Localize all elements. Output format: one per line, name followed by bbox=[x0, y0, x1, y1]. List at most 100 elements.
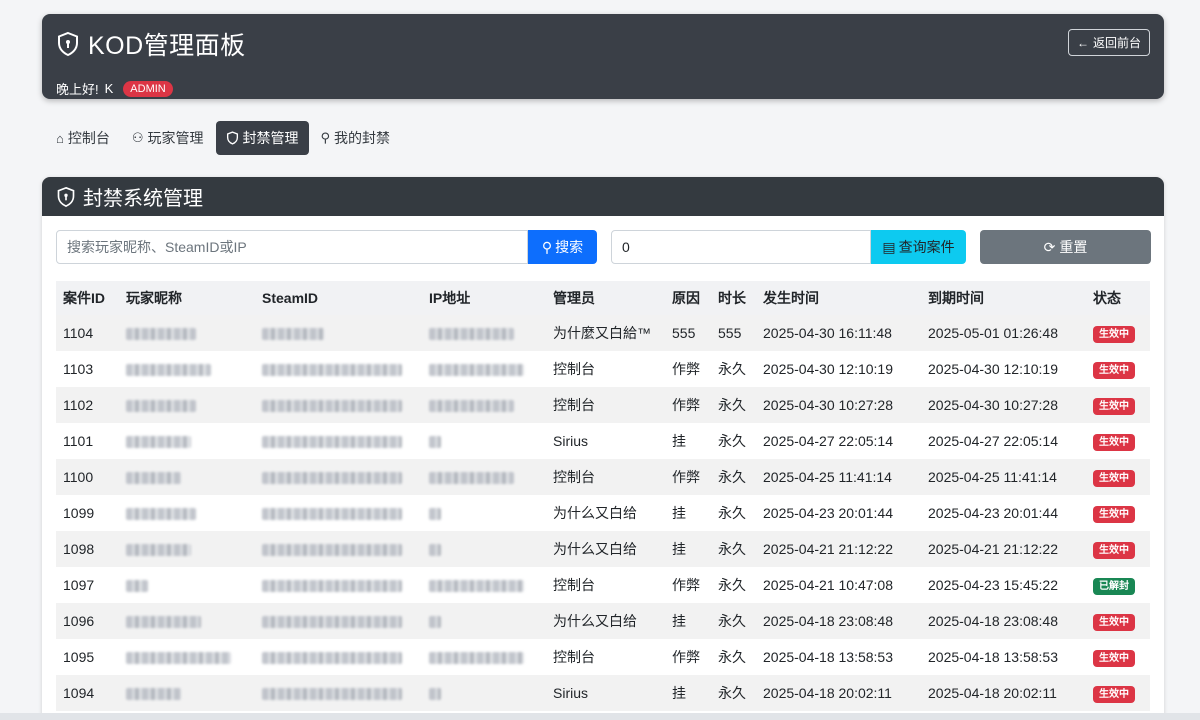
query-case-button[interactable]: ▤ 查询案件 bbox=[871, 230, 966, 264]
cell-ip bbox=[422, 387, 546, 423]
cell-time: 2025-04-27 22:05:14 bbox=[763, 433, 893, 449]
redacted-steamid bbox=[262, 400, 402, 413]
cell-status: 生效中 bbox=[1086, 387, 1150, 423]
tab-label: 我的封禁 bbox=[334, 130, 391, 146]
cell-ip bbox=[422, 567, 546, 603]
case-id-value: 0 bbox=[622, 239, 630, 255]
status-badge: 生效中 bbox=[1093, 685, 1135, 703]
cell-time: 2025-04-18 13:58:53 bbox=[763, 649, 893, 665]
cell-steamid bbox=[255, 387, 422, 423]
shield-icon bbox=[58, 31, 78, 57]
cell-steamid bbox=[255, 351, 422, 387]
redacted-ip bbox=[429, 580, 524, 593]
status-badge: 生效中 bbox=[1093, 469, 1135, 487]
ban-management-card: 封禁系统管理 搜索玩家昵称、SteamID或IP ⚲ 搜索 0 ▤ 查询案件 ⟳… bbox=[42, 177, 1164, 720]
cell-duration: 永久 bbox=[718, 505, 746, 521]
cell-expire: 2025-04-23 20:01:44 bbox=[928, 505, 1058, 521]
shield-icon bbox=[57, 186, 75, 207]
cell-steamid bbox=[255, 639, 422, 675]
ban-table: 案件ID 玩家昵称 SteamID IP地址 管理员 原因 时长 发生时间 到期… bbox=[56, 281, 1150, 711]
search-placeholder: 搜索玩家昵称、SteamID或IP bbox=[67, 239, 247, 255]
cell-nickname bbox=[119, 351, 255, 387]
cell-nickname bbox=[119, 459, 255, 495]
cell-ip bbox=[422, 603, 546, 639]
cell-status: 生效中 bbox=[1086, 639, 1150, 675]
search-input[interactable]: 搜索玩家昵称、SteamID或IP bbox=[56, 230, 528, 264]
table-row: 1101 Sirius 挂 永久 2025-04-27 22:05:14 2025-04-… bbox=[56, 423, 1150, 459]
cell-duration: 永久 bbox=[718, 613, 746, 629]
greeting-text: 晚上好! bbox=[56, 82, 99, 97]
search-row: 搜索玩家昵称、SteamID或IP ⚲ 搜索 0 ▤ 查询案件 ⟳ 重置 bbox=[56, 230, 1151, 264]
cell-reason: 挂 bbox=[672, 505, 686, 521]
cell-duration: 555 bbox=[718, 325, 742, 341]
cell-time: 2025-04-30 12:10:19 bbox=[763, 361, 893, 377]
users-icon: ⚇ bbox=[131, 130, 144, 145]
cell-nickname bbox=[119, 639, 255, 675]
table-row: 1094 Sirius 挂 永久 2025-04-18 20:02:11 2025-04-… bbox=[56, 675, 1150, 711]
tab-my-bans[interactable]: ⚲ 我的封禁 bbox=[311, 121, 401, 155]
redacted-ip bbox=[429, 328, 514, 341]
cell-ip bbox=[422, 495, 546, 531]
document-icon: ▤ bbox=[882, 238, 896, 255]
table-row: 1096 为什么又白给 挂 永久 2025-04-18 23:08:48 2025-04-… bbox=[56, 603, 1150, 639]
cell-ip bbox=[422, 351, 546, 387]
cell-admin: 为什么又白给 bbox=[553, 505, 637, 521]
case-id-input[interactable]: 0 bbox=[611, 230, 871, 264]
status-badge: 生效中 bbox=[1093, 361, 1135, 379]
cell-expire: 2025-04-27 22:05:14 bbox=[928, 433, 1058, 449]
cell-admin: 为什麼又白給™ bbox=[553, 325, 651, 341]
col-ip: IP地址 bbox=[429, 290, 471, 306]
redacted-nickname bbox=[126, 472, 181, 485]
cell-nickname bbox=[119, 603, 255, 639]
tab-label: 控制台 bbox=[67, 130, 110, 146]
greeting-row: 晚上好! K ADMIN bbox=[56, 79, 179, 98]
redacted-steamid bbox=[262, 472, 402, 485]
redacted-steamid bbox=[262, 616, 402, 629]
tab-bans[interactable]: 封禁管理 bbox=[215, 121, 309, 155]
cell-admin: 控制台 bbox=[553, 469, 595, 485]
status-badge: 生效中 bbox=[1093, 397, 1135, 415]
status-badge: 生效中 bbox=[1093, 505, 1135, 523]
redacted-steamid bbox=[262, 364, 402, 377]
table-row: 1104 为什麼又白給™ 555 555 2025-04-30 16:11:48 2025… bbox=[56, 315, 1150, 351]
search-button[interactable]: ⚲ 搜索 bbox=[528, 230, 597, 264]
tab-dashboard[interactable]: ⌂ 控制台 bbox=[46, 121, 120, 155]
table-row: 1095 控制台 作弊 永久 2025-04-18 13:58:53 2025-04-18… bbox=[56, 639, 1150, 675]
status-badge: 生效中 bbox=[1093, 433, 1135, 451]
redacted-ip bbox=[429, 508, 441, 521]
table-row: 1102 控制台 作弊 永久 2025-04-30 10:27:28 2025-04-30… bbox=[56, 387, 1150, 423]
cell-steamid bbox=[255, 315, 422, 351]
bottom-scroll-area bbox=[0, 713, 1200, 720]
cell-ip bbox=[422, 675, 546, 711]
cell-steamid bbox=[255, 531, 422, 567]
cell-reason: 挂 bbox=[672, 613, 686, 629]
redacted-ip bbox=[429, 400, 514, 413]
back-to-frontend-button[interactable]: ← 返回前台 bbox=[1067, 29, 1150, 56]
reset-button[interactable]: ⟳ 重置 bbox=[980, 230, 1151, 264]
tab-players[interactable]: ⚇ 玩家管理 bbox=[122, 121, 214, 155]
cell-case-id: 1098 bbox=[63, 541, 95, 557]
redacted-nickname bbox=[126, 544, 191, 557]
cell-admin: 控制台 bbox=[553, 361, 595, 377]
cell-status: 生效中 bbox=[1086, 675, 1150, 711]
cell-duration: 永久 bbox=[718, 649, 746, 665]
back-button-label: 返回前台 bbox=[1092, 36, 1141, 50]
cell-reason: 作弊 bbox=[672, 469, 700, 485]
role-badge: ADMIN bbox=[123, 80, 173, 97]
query-case-label: 查询案件 bbox=[898, 239, 955, 255]
col-reason: 原因 bbox=[672, 290, 700, 306]
cell-status: 生效中 bbox=[1086, 531, 1150, 567]
cell-status: 生效中 bbox=[1086, 423, 1150, 459]
cell-status: 已解封 bbox=[1086, 567, 1150, 603]
cell-duration: 永久 bbox=[718, 685, 746, 701]
cell-case-id: 1100 bbox=[63, 469, 94, 485]
cell-case-id: 1102 bbox=[63, 397, 94, 413]
home-icon: ⌂ bbox=[56, 130, 64, 146]
status-badge: 生效中 bbox=[1093, 541, 1135, 559]
status-badge: 生效中 bbox=[1093, 649, 1135, 667]
cell-admin: Sirius bbox=[553, 685, 589, 701]
cell-status: 生效中 bbox=[1086, 459, 1150, 495]
cell-duration: 永久 bbox=[718, 541, 746, 557]
redacted-ip bbox=[429, 544, 441, 557]
cell-status: 生效中 bbox=[1086, 603, 1150, 639]
